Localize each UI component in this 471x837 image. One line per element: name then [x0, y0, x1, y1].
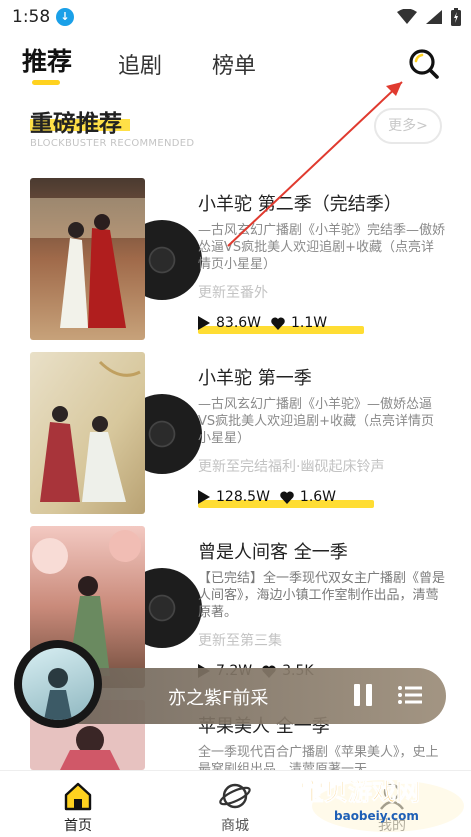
tab-recommend[interactable]: 推荐: [22, 42, 72, 78]
drama-cover[interactable]: [30, 352, 145, 514]
like-count: 1.6W: [299, 489, 337, 505]
pause-icon[interactable]: [354, 684, 374, 706]
watermark: 宝贝游戏网 baobeiy.com: [296, 770, 466, 837]
download-icon: ↓: [56, 8, 74, 26]
tab-following[interactable]: 追剧: [118, 48, 162, 80]
watermark-url: baobeiy.com: [334, 809, 419, 823]
top-tabs: 推荐 追剧 榜单: [0, 40, 471, 90]
planet-icon: [219, 783, 251, 809]
system-icons: [397, 7, 461, 27]
drama-description: 【已完结】全一季现代双女主广播剧《曾是人间客》，海边小镇工作室制作出品，清莺原著…: [198, 571, 446, 620]
play-count-icon: [198, 316, 210, 330]
search-icon[interactable]: [406, 46, 442, 82]
active-tab-indicator: [32, 80, 60, 85]
drama-description: —古风玄幻广播剧《小羊驼》—傲娇怂逼VS疯批美人欢迎追剧+收藏（点亮详情页小星星…: [198, 397, 435, 446]
drama-update-status: 更新至番外: [198, 285, 268, 301]
drama-update-status: 更新至第三集: [198, 633, 282, 649]
drama-card[interactable]: 小羊驼 第一季 —古风玄幻广播剧《小羊驼》—傲娇怂逼VS疯批美人欢迎追剧+收藏（…: [30, 352, 450, 514]
section-title: 重磅推荐: [30, 111, 122, 137]
drama-title: 曾是人间客 全一季: [198, 542, 348, 563]
player-cover[interactable]: [22, 648, 94, 720]
play-count: 128.5W: [216, 489, 270, 505]
status-bar: 1:58 ↓: [0, 0, 471, 34]
drama-update-status: 更新至完结福利·幽砚起床铃声: [198, 459, 385, 475]
player-track-title: 亦之紫F前采: [168, 688, 269, 709]
drama-card[interactable]: 小羊驼 第二季（完结季） —古风玄幻广播剧《小羊驼》完结季—傲娇怂逼VS疯批美人…: [30, 178, 450, 340]
drama-title: 小羊驼 第二季（完结季）: [198, 194, 402, 215]
battery-icon: [451, 8, 461, 26]
drama-title: 小羊驼 第一季: [198, 368, 312, 389]
nav-mall-label: 商城: [221, 818, 249, 834]
status-time: 1:58: [12, 7, 51, 27]
playlist-icon[interactable]: [398, 686, 422, 704]
more-button[interactable]: 更多>: [374, 108, 442, 144]
nav-home-label: 首页: [64, 818, 92, 834]
drama-description: 全一季现代百合广播剧《苹果美人》，史上最窝剧组出品，清莺原著一天: [198, 745, 439, 770]
drama-stats: 128.5W 1.6W: [198, 486, 374, 508]
like-count: 1.1W: [291, 315, 328, 331]
heart-icon: [280, 491, 294, 504]
nav-mall[interactable]: 商城: [195, 775, 275, 835]
play-count: 83.6W: [216, 315, 262, 331]
signal-icon: [426, 10, 442, 24]
drama-description: —古风玄幻广播剧《小羊驼》完结季—傲娇怂逼VS疯批美人欢迎追剧+收藏（点亮详情页…: [198, 223, 446, 272]
wifi-icon: [397, 9, 417, 24]
heart-icon: [271, 317, 285, 330]
drama-stats: 83.6W 1.1W: [198, 312, 364, 334]
watermark-title: 宝贝游戏网: [300, 778, 420, 806]
section-subtitle: BLOCKBUSTER RECOMMENDED: [30, 138, 195, 149]
drama-cover[interactable]: [30, 178, 145, 340]
tab-rankings[interactable]: 榜单: [212, 48, 256, 80]
home-icon: [64, 782, 92, 811]
nav-home[interactable]: 首页: [38, 775, 118, 835]
play-count-icon: [198, 490, 210, 504]
